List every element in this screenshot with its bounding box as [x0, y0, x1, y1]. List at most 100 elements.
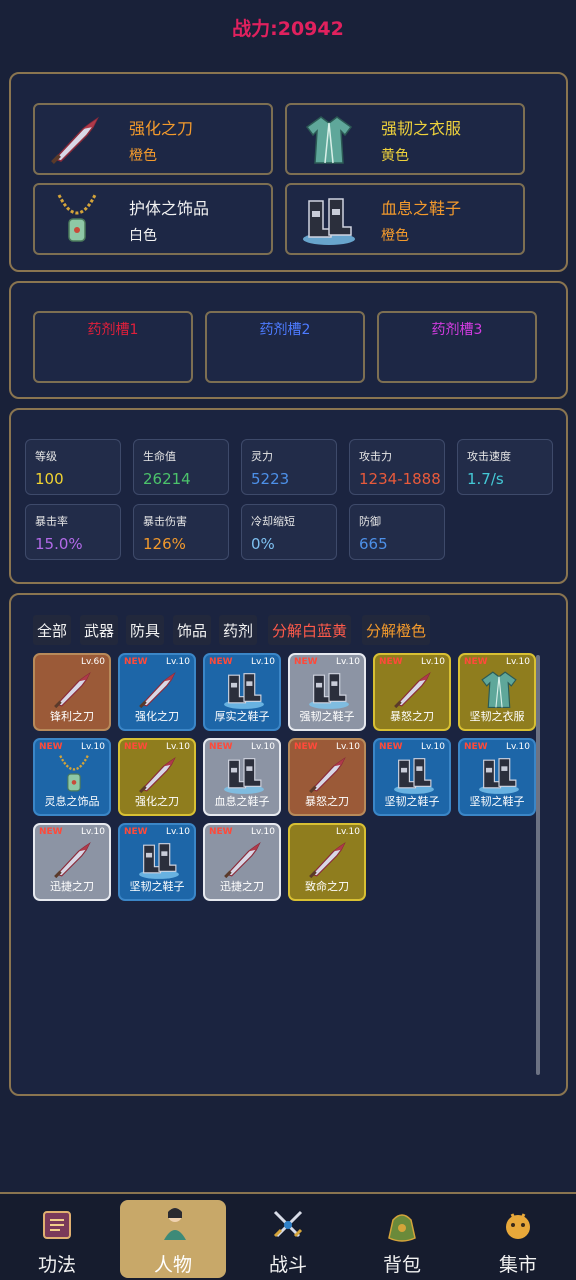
- item-level: Lv.10: [166, 657, 190, 667]
- nav-tab[interactable]: 集市: [463, 1194, 573, 1280]
- nav-tab[interactable]: 战斗: [233, 1194, 343, 1280]
- inventory-item[interactable]: NEW Lv.10 灵息之饰品: [33, 738, 111, 816]
- inventory-item[interactable]: Lv.60 锋利之刀: [33, 653, 111, 731]
- inventory-item[interactable]: NEW Lv.10 坚韧之衣服: [458, 653, 536, 731]
- stat-value: 100: [35, 470, 64, 488]
- potion-slot-1[interactable]: 药剂槽1: [33, 311, 193, 383]
- item-name: 厚实之鞋子: [214, 710, 270, 723]
- stat-cooldown: 冷却缩短 0%: [241, 504, 337, 560]
- decompose-white-blue-yellow-button[interactable]: 分解白蓝黄: [268, 615, 352, 645]
- market-icon: [499, 1206, 537, 1244]
- potion-slot-3[interactable]: 药剂槽3: [377, 311, 537, 383]
- potion-slot-label: 药剂槽2: [259, 322, 311, 338]
- boots-icon: [391, 752, 437, 796]
- boots-icon: [221, 752, 267, 796]
- inventory-item[interactable]: NEW Lv.10 坚韧之鞋子: [373, 738, 451, 816]
- stat-attack-speed: 攻击速度 1.7/s: [457, 439, 553, 495]
- item-level: Lv.10: [81, 742, 105, 752]
- combat-power: 战力:20942: [232, 18, 344, 40]
- item-level: Lv.10: [336, 742, 360, 752]
- nav-tab[interactable]: 功法: [2, 1194, 112, 1280]
- item-level: Lv.60: [81, 657, 105, 667]
- inventory-panel: 全部 武器 防具 饰品 药剂 分解白蓝黄 分解橙色 Lv.60 锋利之刀 NEW Lv…: [9, 593, 568, 1096]
- stat-value: 0%: [251, 535, 275, 553]
- inventory-item[interactable]: NEW Lv.10 强化之刀: [118, 738, 196, 816]
- stat-label: 暴击伤害: [143, 515, 187, 528]
- stat-label: 生命值: [143, 450, 176, 463]
- knife-icon: [391, 667, 437, 711]
- filter-weapon[interactable]: 武器: [80, 615, 119, 645]
- bag-icon: [383, 1206, 421, 1244]
- decompose-orange-button[interactable]: 分解橙色: [362, 615, 431, 645]
- new-badge: NEW: [464, 742, 488, 752]
- new-badge: NEW: [294, 657, 318, 667]
- knife-icon: [221, 837, 267, 881]
- item-name: 坚韧之衣服: [469, 710, 525, 723]
- filter-potion[interactable]: 药剂: [219, 615, 258, 645]
- scroll-icon: [38, 1206, 76, 1244]
- nav-tab[interactable]: 人物: [120, 1200, 226, 1278]
- item-level: Lv.10: [421, 742, 445, 752]
- new-badge: NEW: [209, 657, 233, 667]
- necklace-icon: [51, 752, 97, 796]
- boots-icon: [299, 191, 359, 247]
- inventory-item[interactable]: NEW Lv.10 坚韧之鞋子: [118, 823, 196, 901]
- inventory-item[interactable]: NEW Lv.10 迅捷之刀: [203, 823, 281, 901]
- boots-icon: [306, 667, 352, 711]
- nav-label: 战斗: [268, 1254, 307, 1276]
- knife-icon: [306, 752, 352, 796]
- item-name: 强化之刀: [135, 710, 179, 723]
- knife-icon: [306, 837, 352, 881]
- inventory-item[interactable]: NEW Lv.10 厚实之鞋子: [203, 653, 281, 731]
- equip-slot-accessory[interactable]: 护体之饰品 白色: [33, 183, 273, 255]
- inventory-scrollbar[interactable]: [536, 655, 540, 1075]
- equip-slot-armor[interactable]: 强韧之衣服 黄色: [285, 103, 525, 175]
- equip-name: 强韧之衣服: [381, 119, 462, 138]
- new-badge: NEW: [124, 657, 148, 667]
- stat-value: 15.0%: [35, 535, 83, 553]
- crossed-swords-icon: [269, 1206, 307, 1244]
- inventory-item[interactable]: NEW Lv.10 强化之刀: [118, 653, 196, 731]
- item-level: Lv.10: [336, 827, 360, 837]
- item-name: 迅捷之刀: [220, 880, 264, 893]
- bottom-nav: 功法 人物 战斗 背包 集市: [0, 1192, 576, 1280]
- equipment-panel: 强化之刀 橙色 强韧之衣服 黄色 护体之饰品 白色 血息之鞋子 橙色: [9, 72, 568, 272]
- new-badge: NEW: [39, 827, 63, 837]
- equip-slot-weapon[interactable]: 强化之刀 橙色: [33, 103, 273, 175]
- potion-slot-2[interactable]: 药剂槽2: [205, 311, 365, 383]
- inventory-item[interactable]: NEW Lv.10 血息之鞋子: [203, 738, 281, 816]
- stat-crit-damage: 暴击伤害 126%: [133, 504, 229, 560]
- filter-accessory[interactable]: 饰品: [173, 615, 212, 645]
- stat-attack: 攻击力 1234-1888: [349, 439, 445, 495]
- stat-value: 5223: [251, 470, 290, 488]
- stat-hp: 生命值 26214: [133, 439, 229, 495]
- inventory-item[interactable]: NEW Lv.10 暴怒之刀: [373, 653, 451, 731]
- nav-label: 背包: [382, 1254, 421, 1276]
- filter-all[interactable]: 全部: [33, 615, 72, 645]
- equip-name: 血息之鞋子: [381, 199, 462, 218]
- inventory-item[interactable]: NEW Lv.10 强韧之鞋子: [288, 653, 366, 731]
- equip-slot-boots[interactable]: 血息之鞋子 橙色: [285, 183, 525, 255]
- boots-icon: [476, 752, 522, 796]
- stat-level: 等级 100: [25, 439, 121, 495]
- item-level: Lv.10: [166, 827, 190, 837]
- item-level: Lv.10: [506, 742, 530, 752]
- inventory-item[interactable]: Lv.10 致命之刀: [288, 823, 366, 901]
- nav-label: 集市: [498, 1254, 537, 1276]
- equip-grade: 橙色: [129, 148, 157, 164]
- stat-mana: 灵力 5223: [241, 439, 337, 495]
- nav-tab[interactable]: 背包: [347, 1194, 457, 1280]
- item-name: 强化之刀: [135, 795, 179, 808]
- new-badge: NEW: [464, 657, 488, 667]
- inventory-item[interactable]: NEW Lv.10 暴怒之刀: [288, 738, 366, 816]
- inventory-item[interactable]: NEW Lv.10 迅捷之刀: [33, 823, 111, 901]
- new-badge: NEW: [294, 742, 318, 752]
- necklace-icon: [47, 191, 107, 247]
- filter-armor[interactable]: 防具: [126, 615, 165, 645]
- nav-label: 功法: [37, 1254, 76, 1276]
- stat-value: 26214: [143, 470, 191, 488]
- new-badge: NEW: [209, 827, 233, 837]
- inventory-item[interactable]: NEW Lv.10 坚韧之鞋子: [458, 738, 536, 816]
- equip-grade: 黄色: [381, 148, 409, 164]
- item-name: 坚韧之鞋子: [129, 880, 185, 893]
